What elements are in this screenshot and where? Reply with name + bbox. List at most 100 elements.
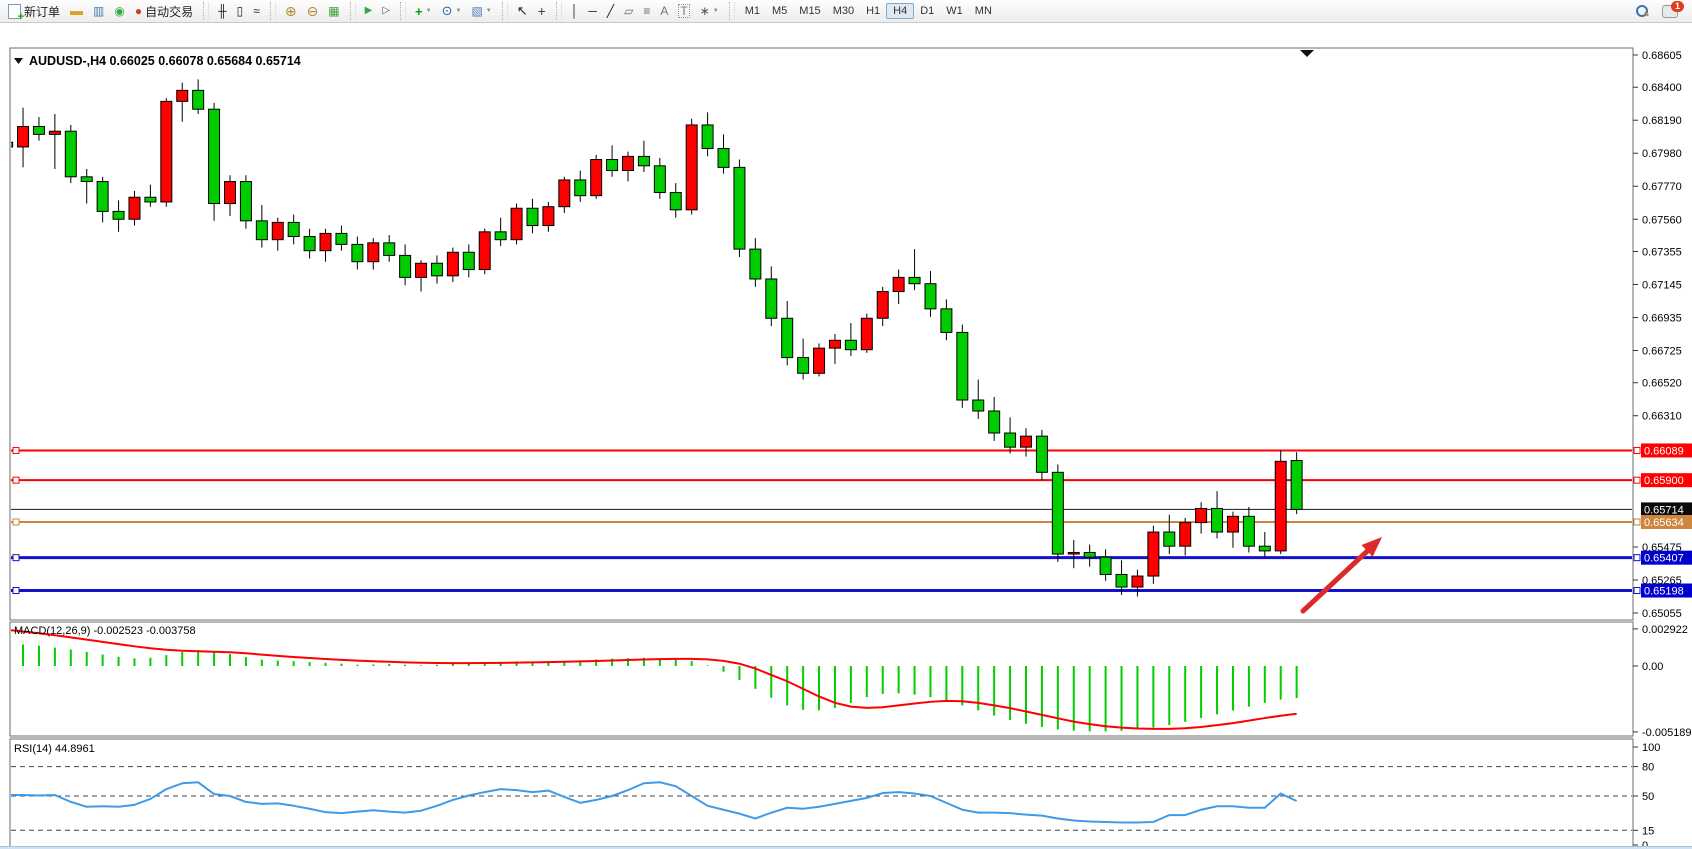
chart-area[interactable]: AUDUSD-,H4 0.66025 0.66078 0.65684 0.657… [0, 23, 1692, 846]
horizontal-line-tool-button[interactable]: ─ [583, 3, 602, 19]
rsi-tick-label: 0 [1642, 840, 1648, 846]
timeframe-m1-button[interactable]: M1 [739, 4, 766, 18]
resistance-line-066089-left-handle[interactable] [13, 447, 19, 453]
candle-body [798, 358, 809, 374]
resistance-line-066089-price-label-text: 0.66089 [1644, 445, 1684, 457]
candle-body [161, 101, 172, 202]
resistance-line-066089-right-handle[interactable] [1634, 447, 1640, 453]
signal-button[interactable]: ◉ [109, 3, 129, 19]
toolbar-separator [203, 2, 209, 20]
candle-body [909, 277, 920, 283]
autotrading-button[interactable]: ● 自动交易 [130, 1, 198, 22]
gold-button[interactable]: ▬ [65, 3, 88, 19]
cursor-tool-button[interactable]: ↖ [512, 3, 533, 19]
candle-body [352, 244, 363, 261]
timeframe-h4-button[interactable]: H4 [886, 3, 914, 19]
support-line-065198-price-label-text: 0.65198 [1644, 586, 1684, 598]
tile-windows-button[interactable]: ▦ [323, 3, 344, 19]
line-chart-mode-button[interactable]: ≈ [248, 3, 265, 19]
support-line-065407-right-handle[interactable] [1634, 555, 1640, 561]
price-tick-label: 0.66725 [1642, 345, 1682, 357]
candle-body [33, 127, 44, 135]
candle-body [607, 160, 618, 171]
price-tick-label: 0.67355 [1642, 246, 1682, 258]
chart-shift-button[interactable]: ▷ [377, 3, 395, 19]
candle-body [272, 222, 283, 239]
new-order-button[interactable]: + 新订单 [3, 1, 65, 22]
rsi-tick-label: 50 [1642, 791, 1654, 803]
signal-icon: ◉ [114, 5, 124, 17]
candle-body [702, 125, 713, 149]
channel-tool-button[interactable]: ▱ [619, 3, 638, 19]
timeframe-d1-button[interactable]: D1 [914, 4, 940, 18]
resistance-line-065900-price-label-text: 0.65900 [1644, 475, 1684, 487]
candle-body [1148, 532, 1159, 576]
candle-body [527, 208, 538, 225]
candle-body [431, 263, 442, 276]
candle-body [559, 180, 570, 207]
templates-button[interactable]: ▧ ▼ [466, 3, 496, 19]
timeframe-m30-button[interactable]: M30 [827, 4, 860, 18]
timeframe-w1-button[interactable]: W1 [940, 4, 969, 18]
indicators-button[interactable]: + ▼ [410, 2, 437, 21]
text-label-tool-button[interactable]: T [673, 2, 694, 20]
main-toolbar: + 新订单 ▬ ▥ ◉ ● 自动交易 ╫ ▯ ≈ ⊕ ⊖ ▦ ▶ ▷ + ▼ ⊙… [0, 0, 1692, 23]
pivot-line-065634-right-handle[interactable] [1634, 519, 1640, 525]
candle-body [1036, 436, 1047, 472]
candle-body [1100, 557, 1111, 574]
resistance-line-065900-right-handle[interactable] [1634, 477, 1640, 483]
price-tick-label: 0.66520 [1642, 378, 1682, 390]
candle-body [829, 340, 840, 348]
candle-body [750, 249, 761, 279]
fibonacci-tool-button[interactable]: ≡ [638, 3, 655, 19]
chat-icon[interactable]: 1 [1662, 5, 1678, 18]
candle-body [1132, 576, 1143, 587]
resistance-line-065900-left-handle[interactable] [13, 477, 19, 483]
text-tool-button[interactable]: A [655, 3, 673, 19]
support-line-065198-left-handle[interactable] [13, 588, 19, 594]
candle-body [782, 318, 793, 357]
arrows-tool-button[interactable]: ∗ ▼ [695, 3, 724, 19]
price-axis[interactable]: 0.686050.684000.681900.679800.677700.675… [1633, 50, 1692, 846]
support-line-065198-right-handle[interactable] [1634, 588, 1640, 594]
auto-scroll-button[interactable]: ▶ [360, 3, 378, 19]
new-order-icon: + [8, 4, 21, 19]
periods-button[interactable]: ⊙ ▼ [437, 3, 467, 19]
chart-canvas[interactable]: AUDUSD-,H4 0.66025 0.66078 0.65684 0.657… [0, 23, 1692, 846]
rsi-tick-label: 100 [1642, 742, 1660, 754]
crosshair-tool-button[interactable]: + [533, 3, 551, 19]
text-label-icon: T [678, 4, 689, 18]
timeframe-h1-button[interactable]: H1 [860, 4, 886, 18]
zoom-in-button[interactable]: ⊕ [280, 3, 302, 19]
trendline-icon: ╱ [607, 5, 614, 17]
charts-window-button[interactable]: ▥ [88, 3, 109, 19]
candle-chart-mode-button[interactable]: ▯ [232, 3, 249, 19]
timeframe-mn-button[interactable]: MN [969, 4, 998, 18]
bar-chart-mode-button[interactable]: ╫ [213, 3, 232, 19]
candle-body [400, 255, 411, 277]
pivot-line-065634-left-handle[interactable] [13, 519, 19, 525]
candle-body [225, 182, 236, 204]
chart-title: AUDUSD-,H4 0.66025 0.66078 0.65684 0.657… [14, 54, 301, 68]
candle-body [1005, 433, 1016, 447]
price-tick-label: 0.67145 [1642, 279, 1682, 291]
vertical-line-tool-button[interactable]: │ [566, 3, 584, 19]
candle-body [368, 243, 379, 262]
candle-body [957, 332, 968, 400]
candle-body [654, 166, 665, 193]
dropdown-icon: ▼ [426, 5, 432, 17]
candle-body [384, 243, 395, 256]
candle-body [113, 211, 124, 219]
candle-body [941, 309, 952, 333]
candle-body [1291, 461, 1302, 510]
timeframe-m15-button[interactable]: M15 [793, 4, 826, 18]
search-icon[interactable] [1636, 5, 1648, 17]
candle-body [686, 125, 697, 210]
toolbar-separator [502, 2, 508, 20]
timeframe-m5-button[interactable]: M5 [766, 4, 793, 18]
price-tick-label: 0.68190 [1642, 115, 1682, 127]
trendline-tool-button[interactable]: ╱ [602, 3, 619, 19]
zoom-out-button[interactable]: ⊖ [302, 3, 324, 19]
tile-windows-icon: ▦ [328, 5, 339, 17]
support-line-065407-left-handle[interactable] [13, 555, 19, 561]
